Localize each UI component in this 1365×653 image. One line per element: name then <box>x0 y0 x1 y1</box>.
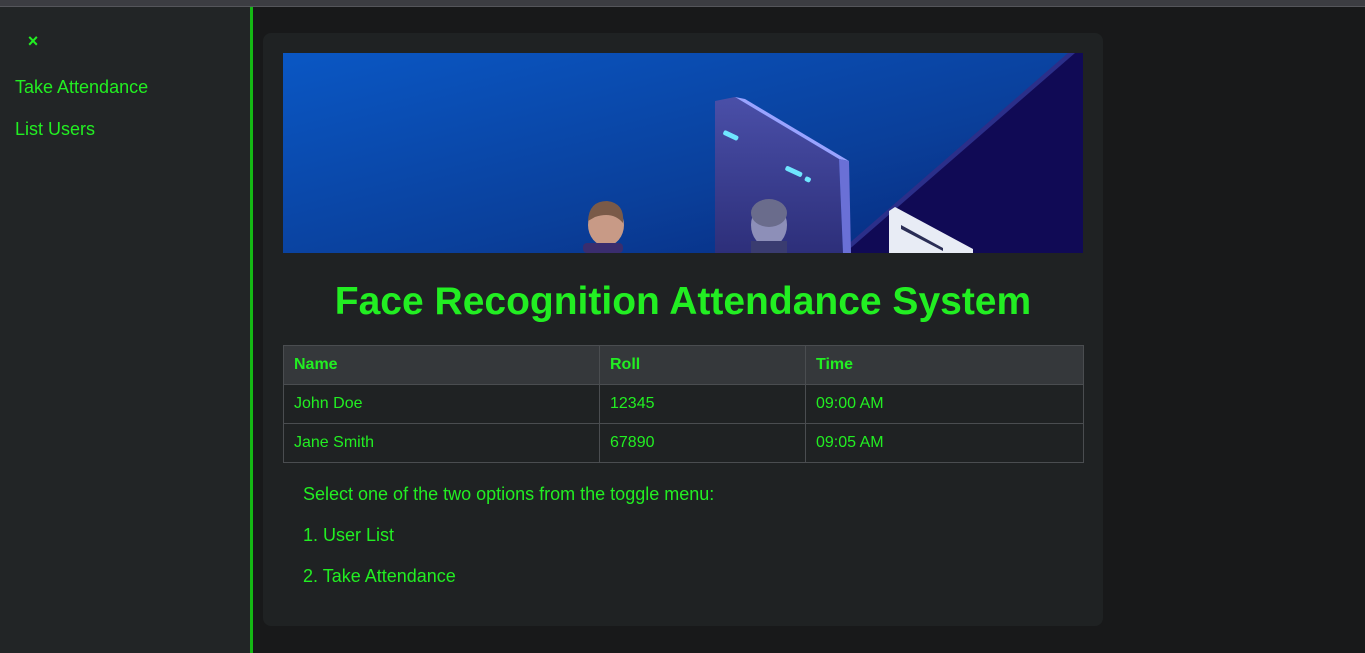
sidebar: × Take Attendance List Users <box>0 7 253 653</box>
browser-top-strip <box>0 0 1365 7</box>
sidebar-item-take-attendance[interactable]: Take Attendance <box>15 76 148 98</box>
main-card: Face Recognition Attendance System Name … <box>263 33 1103 626</box>
cell-roll: 67890 <box>599 423 806 463</box>
page-title: Face Recognition Attendance System <box>334 280 1032 323</box>
cell-name: John Doe <box>283 384 600 424</box>
cell-time: 09:00 AM <box>805 384 1084 424</box>
table-row: John Doe 12345 09:00 AM <box>283 384 1084 424</box>
column-header-time: Time <box>805 345 1084 385</box>
instructions-option-take-attendance: 2. Take Attendance <box>303 566 456 586</box>
close-icon[interactable]: × <box>24 29 42 53</box>
column-header-name: Name <box>283 345 600 385</box>
face-recognition-banner-illustration <box>283 53 1083 253</box>
instructions-option-user-list: 1. User List <box>303 525 395 545</box>
table-header-row: Name Roll Time <box>283 345 1084 385</box>
sidebar-item-list-users[interactable]: List Users <box>15 118 95 140</box>
cell-name: Jane Smith <box>283 423 600 463</box>
attendance-table: Name Roll Time John Doe 12345 09:00 AM J… <box>283 345 1084 463</box>
cell-time: 09:05 AM <box>805 423 1084 463</box>
instructions-intro: Select one of the two options from the t… <box>303 484 715 504</box>
table-row: Jane Smith 67890 09:05 AM <box>283 423 1084 463</box>
cell-roll: 12345 <box>599 384 806 424</box>
column-header-roll: Roll <box>599 345 806 385</box>
